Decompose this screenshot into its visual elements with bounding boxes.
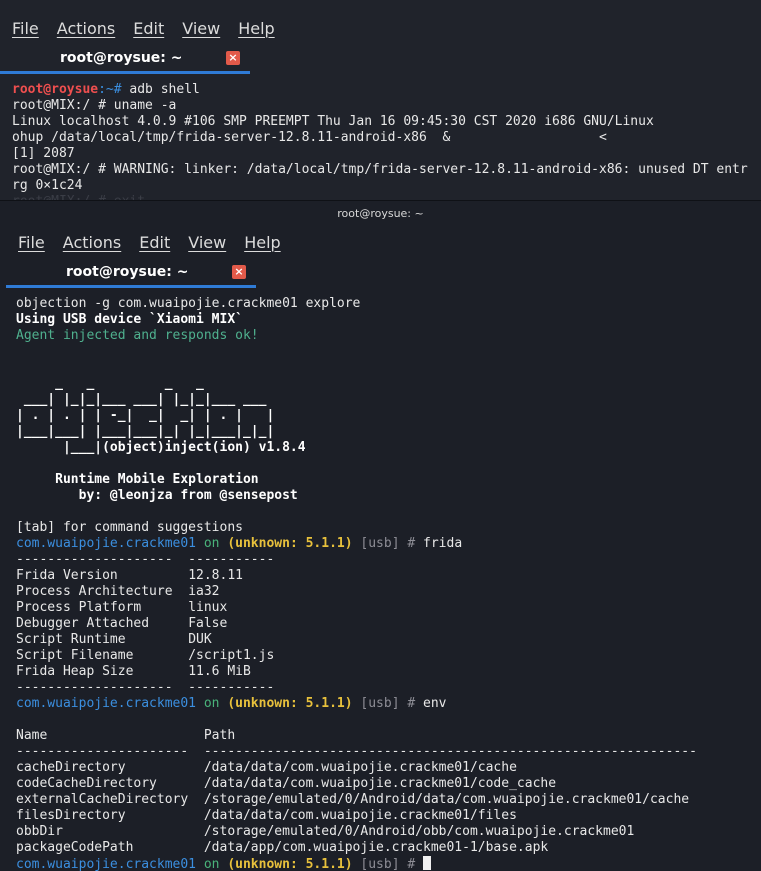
- menu-edit[interactable]: Edit: [133, 19, 164, 38]
- close-icon[interactable]: ×: [226, 51, 240, 65]
- frida-row-value: linux: [141, 600, 228, 615]
- env-row-name: filesDirectory: [16, 808, 126, 823]
- command: adb shell: [129, 82, 200, 97]
- prompt-path: :~#: [98, 82, 130, 97]
- env-row-name: packageCodePath: [16, 840, 134, 855]
- prompt-app: com.wuaipojie.crackme01: [16, 857, 197, 871]
- env-row-path: /storage/emulated/0/Android/data/com.wua…: [188, 792, 690, 807]
- prompt-on: on: [196, 536, 228, 551]
- back-tab-title: root@roysue: ~: [60, 50, 183, 66]
- menu-edit[interactable]: Edit: [139, 233, 170, 252]
- env-row-path: /data/data/com.wuaipojie.crackme01/files: [125, 808, 517, 823]
- frida-row-value: False: [149, 616, 228, 631]
- frida-row-key: Frida Heap Size: [16, 664, 134, 679]
- env-row-name: obbDir: [16, 824, 63, 839]
- menu-file[interactable]: File: [18, 233, 45, 252]
- front-tab-title: root@roysue: ~: [66, 264, 189, 280]
- output-line: [1] 2087: [12, 146, 75, 161]
- menu-view[interactable]: View: [182, 19, 220, 38]
- logo-line: | . | . | | -_| _| _| | . | |: [16, 408, 275, 423]
- front-tab[interactable]: root@roysue: ~ ×: [6, 259, 256, 289]
- back-terminal-output[interactable]: root@roysue:~# adb shell root@MIX:/ # un…: [12, 82, 748, 210]
- output-line: Linux localhost 4.0.9 #106 SMP PREEMPT T…: [12, 114, 654, 129]
- prompt-app: com.wuaipojie.crackme01: [16, 696, 197, 711]
- logo-version: (object)inject(ion) v1.8.4: [102, 440, 306, 455]
- frida-row-key: Process Architecture: [16, 584, 173, 599]
- prompt-on: on: [196, 696, 228, 711]
- prompt-user: root@roysue: [12, 82, 99, 97]
- tab-active-indicator: [6, 285, 256, 288]
- front-terminal-window[interactable]: root@roysue: ~ File Actions Edit View He…: [0, 200, 761, 871]
- output-line: rg 0×1c24: [12, 178, 83, 193]
- frida-row-key: Debugger Attached: [16, 616, 150, 631]
- env-row-path: /storage/emulated/0/Android/obb/com.wuai…: [62, 824, 635, 839]
- back-tab[interactable]: root@roysue: ~ ×: [0, 45, 250, 75]
- frida-row-key: Script Filename: [16, 648, 134, 663]
- menu-actions[interactable]: Actions: [63, 233, 121, 252]
- frida-row-key: Process Platform: [16, 600, 142, 615]
- table-rule: -------------------- -----------: [16, 552, 275, 567]
- prompt-on: on: [196, 857, 228, 871]
- frida-row-value: 12.8.11: [117, 568, 243, 583]
- front-menubar: File Actions Edit View Help: [18, 227, 299, 257]
- logo-line: ___| |_|_|___ ___| |_|_|___ ___: [16, 392, 267, 407]
- prompt-usb: [usb] #: [352, 857, 424, 871]
- subtitle: Runtime Mobile Exploration: [16, 472, 259, 487]
- menu-actions[interactable]: Actions: [57, 19, 115, 38]
- table-rule: -------------------- -----------: [16, 680, 275, 695]
- env-row-name: codeCacheDirectory: [16, 776, 157, 791]
- menu-help[interactable]: Help: [244, 233, 280, 252]
- frida-row-value: DUK: [125, 632, 212, 647]
- logo-tail-prefix: |___|: [16, 440, 103, 455]
- command: env: [423, 696, 447, 711]
- prompt-device: (unknown: 5.1.1): [227, 857, 353, 871]
- output-line: ohup /data/local/tmp/frida-server-12.8.1…: [12, 130, 607, 145]
- prompt-device: (unknown: 5.1.1): [227, 696, 353, 711]
- menu-help[interactable]: Help: [238, 19, 274, 38]
- env-header-name: Name: [16, 728, 48, 743]
- env-row-path: /data/data/com.wuaipojie.crackme01/code_…: [156, 776, 557, 791]
- menu-file[interactable]: File: [12, 19, 39, 38]
- prompt-usb: [usb] #: [352, 696, 424, 711]
- usb-device-line: Using USB device `Xiaomi MIX`: [16, 312, 243, 327]
- frida-row-value: 11.6 MiB: [133, 664, 251, 679]
- frida-row-value: ia32: [172, 584, 220, 599]
- terminal-cursor[interactable]: [423, 856, 432, 870]
- tab-active-indicator: [0, 71, 250, 74]
- env-row-path: /data/app/com.wuaipojie.crackme01-1/base…: [133, 840, 549, 855]
- frida-row-key: Frida Version: [16, 568, 118, 583]
- command: objection -g com.wuaipojie.crackme01 exp…: [16, 296, 361, 311]
- prompt-device: (unknown: 5.1.1): [227, 536, 353, 551]
- back-menubar: File Actions Edit View Help: [12, 13, 293, 43]
- prompt-usb: [usb] #: [352, 536, 424, 551]
- logo-line: |___|___| |___|___|_| |_|___|_|_|: [16, 424, 275, 439]
- env-row-name: externalCacheDirectory: [16, 792, 189, 807]
- env-row-path: /data/data/com.wuaipojie.crackme01/cache: [125, 760, 517, 775]
- tab-hint: [tab] for command suggestions: [16, 520, 243, 535]
- close-icon[interactable]: ×: [232, 265, 246, 279]
- byline: by: @leonjza from @sensepost: [16, 488, 298, 503]
- frida-row-value: /script1.js: [133, 648, 275, 663]
- menu-view[interactable]: View: [188, 233, 226, 252]
- frida-row-key: Script Runtime: [16, 632, 126, 647]
- window-title: root@roysue: ~: [337, 207, 424, 220]
- env-header-path: Path: [47, 728, 236, 743]
- agent-line: Agent injected and responds ok!: [16, 328, 259, 343]
- command: frida: [423, 536, 463, 551]
- env-row-name: cacheDirectory: [16, 760, 126, 775]
- prompt-app: com.wuaipojie.crackme01: [16, 536, 197, 551]
- table-rule: ---------------------- -----------------…: [16, 744, 697, 759]
- logo-line: _ _ _ _: [16, 376, 204, 391]
- front-terminal-output[interactable]: objection -g com.wuaipojie.crackme01 exp…: [16, 296, 697, 871]
- output-line: root@MIX:/ # WARNING: linker: /data/loca…: [12, 162, 748, 177]
- output-line: root@MIX:/ # uname -a: [12, 98, 177, 113]
